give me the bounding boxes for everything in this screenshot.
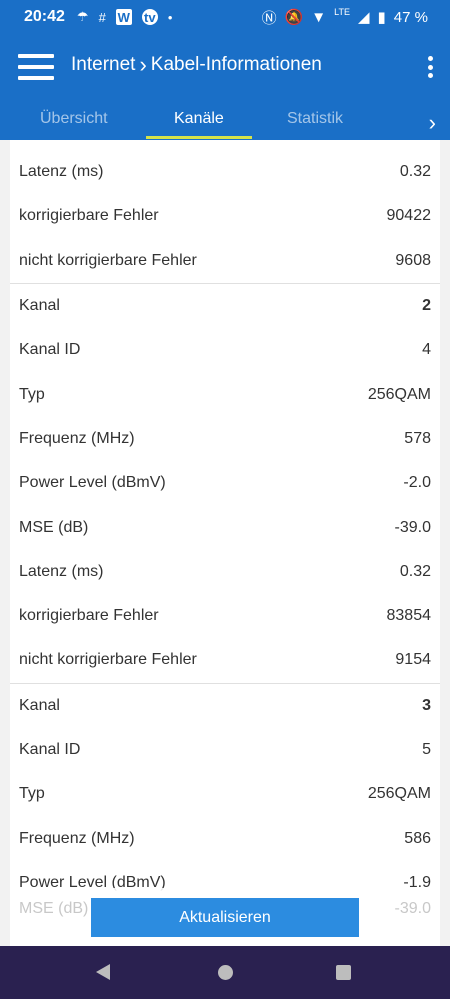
row-label: Power Level (dBmV) bbox=[19, 474, 166, 492]
row-label: korrigierbare Fehler bbox=[19, 207, 159, 225]
table-row: Power Level (dBmV) -2.0 bbox=[10, 461, 440, 505]
row-label: Latenz (ms) bbox=[19, 163, 104, 181]
tab-uebersicht[interactable]: Übersicht bbox=[40, 110, 108, 128]
tab-bar: Übersicht Kanäle Statistik › bbox=[0, 104, 450, 140]
more-vert-icon[interactable] bbox=[426, 56, 434, 78]
tv-app-icon: tv bbox=[141, 9, 158, 25]
table-row: Latenz (ms) 0.32 bbox=[10, 550, 440, 594]
table-row: Kanal ID 4 bbox=[10, 328, 440, 372]
table-row: Kanal 3 bbox=[10, 684, 440, 728]
status-bar: 20:42 ☂ # W tv • Ⓝ 🔕 ▼ LTE ◢ ▮ 47 % bbox=[0, 0, 450, 34]
table-row: Typ 256QAM bbox=[10, 772, 440, 816]
battery-percent: 47 % bbox=[393, 8, 428, 26]
refresh-button[interactable]: Aktualisieren bbox=[91, 898, 359, 937]
status-time: 20:42 bbox=[24, 8, 65, 25]
row-value: 4 bbox=[422, 341, 431, 359]
channel-list[interactable]: Latenz (ms) 0.32 korrigierbare Fehler 90… bbox=[10, 140, 440, 946]
breadcrumb: Internet › Kabel-Informationen bbox=[71, 54, 322, 76]
table-row: korrigierbare Fehler 90422 bbox=[10, 194, 440, 238]
home-icon[interactable] bbox=[218, 965, 233, 980]
row-label: Typ bbox=[19, 385, 45, 403]
row-value: 578 bbox=[404, 429, 431, 447]
row-label: korrigierbare Fehler bbox=[19, 607, 159, 625]
row-value: 2 bbox=[422, 297, 431, 315]
row-value: 5 bbox=[422, 741, 431, 758]
row-value: 83854 bbox=[386, 607, 432, 625]
table-row: Kanal 2 bbox=[10, 284, 440, 328]
row-value: -39.0 bbox=[394, 900, 431, 917]
battery-icon: ▮ bbox=[377, 9, 386, 26]
nfc-icon: Ⓝ bbox=[261, 9, 277, 27]
row-label: Kanal bbox=[19, 297, 60, 315]
recent-apps-icon[interactable] bbox=[336, 965, 351, 980]
dot-icon: • bbox=[167, 9, 173, 25]
row-value: 9154 bbox=[395, 651, 431, 669]
row-label: nicht korrigierbare Fehler bbox=[19, 651, 197, 669]
table-row: Kanal ID 5 bbox=[10, 728, 440, 772]
row-value: 256QAM bbox=[367, 385, 431, 403]
tab-statistik[interactable]: Statistik bbox=[287, 110, 343, 128]
row-value: 0.32 bbox=[399, 163, 431, 181]
cloud-rain-icon: ☂ bbox=[76, 9, 89, 24]
row-label: nicht korrigierbare Fehler bbox=[19, 251, 197, 269]
wifi-icon: ▼ bbox=[311, 8, 327, 26]
table-row: Typ 256QAM bbox=[10, 372, 440, 416]
row-label: MSE (dB) bbox=[19, 518, 89, 536]
table-row: Latenz (ms) 0.32 bbox=[10, 150, 440, 194]
row-label: Kanal bbox=[19, 696, 60, 714]
row-value: 586 bbox=[404, 829, 431, 847]
action-bar: MSE (dB) -39.0 Aktualisieren bbox=[10, 888, 440, 946]
row-value: 90422 bbox=[386, 207, 432, 225]
signal-icon: ◢ bbox=[357, 9, 370, 26]
lte-label: LTE bbox=[334, 7, 350, 17]
row-label: Typ bbox=[19, 785, 45, 803]
row-label: Frequenz (MHz) bbox=[19, 429, 135, 447]
row-label: Frequenz (MHz) bbox=[19, 829, 135, 847]
breadcrumb-internet[interactable]: Internet bbox=[71, 54, 135, 76]
w-app-icon: W bbox=[115, 9, 132, 25]
row-label: Kanal ID bbox=[19, 341, 81, 359]
notification-icons: ☂ # W tv • bbox=[77, 9, 172, 25]
row-value: 0.32 bbox=[399, 562, 431, 580]
row-label: Latenz (ms) bbox=[19, 562, 104, 580]
table-row: nicht korrigierbare Fehler 9608 bbox=[10, 239, 440, 283]
table-row: Frequenz (MHz) 586 bbox=[10, 816, 440, 860]
hash-icon: # bbox=[98, 9, 106, 25]
back-icon[interactable] bbox=[96, 964, 110, 980]
app-bar: Internet › Kabel-Informationen Übersicht… bbox=[0, 34, 450, 140]
system-nav-bar bbox=[0, 946, 450, 999]
table-row: MSE (dB) -39.0 bbox=[10, 505, 440, 549]
row-value: 3 bbox=[422, 696, 431, 714]
active-tab-indicator bbox=[146, 136, 252, 139]
row-label: Kanal ID bbox=[19, 741, 81, 758]
chevron-right-icon[interactable]: › bbox=[429, 110, 436, 136]
table-row: Frequenz (MHz) 578 bbox=[10, 417, 440, 461]
row-label: MSE (dB) bbox=[19, 900, 89, 917]
system-icons: Ⓝ 🔕 ▼ LTE ◢ ▮ 47 % bbox=[262, 7, 428, 28]
chevron-right-icon: › bbox=[139, 52, 147, 77]
table-row: nicht korrigierbare Fehler 9154 bbox=[10, 638, 440, 682]
hamburger-menu-icon[interactable] bbox=[18, 54, 54, 80]
row-value: -2.0 bbox=[403, 474, 431, 492]
tab-kanaele[interactable]: Kanäle bbox=[174, 110, 224, 128]
row-value: 9608 bbox=[395, 251, 431, 269]
row-value: -39.0 bbox=[394, 518, 431, 536]
page-title: Kabel-Informationen bbox=[150, 54, 322, 75]
silent-icon: 🔕 bbox=[284, 9, 304, 26]
row-value: 256QAM bbox=[367, 785, 431, 803]
table-row: korrigierbare Fehler 83854 bbox=[10, 594, 440, 638]
